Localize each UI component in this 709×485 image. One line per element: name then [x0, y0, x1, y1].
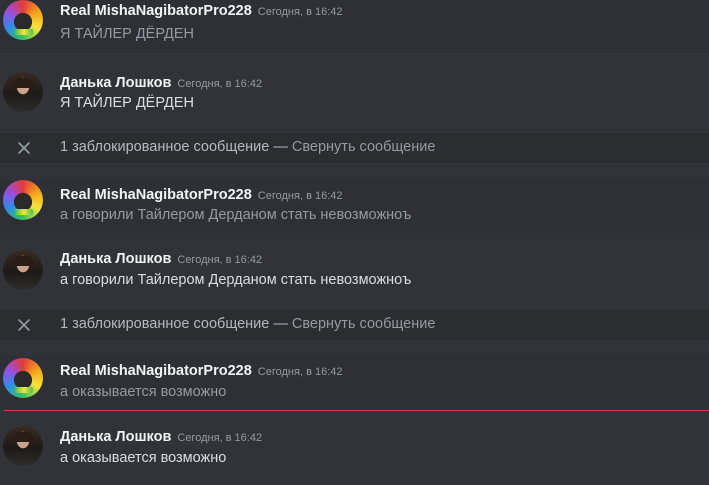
- username[interactable]: Данька Лошков: [60, 429, 171, 445]
- blocked-message-notice: 1 заблокированное сообщение — Свернуть с…: [0, 310, 709, 340]
- message-text: а оказывается возможно: [60, 384, 227, 400]
- username[interactable]: Real MishaNagibatorPro228: [60, 3, 252, 19]
- avatar[interactable]: [3, 358, 43, 398]
- timestamp: Сегодня, в 16:42: [257, 6, 343, 18]
- message-header: Данька Лошков Сегодня, в 16:42: [60, 74, 262, 92]
- blocked-count-label: 1 заблокированное сообщение —: [60, 316, 292, 332]
- message-text: Я ТАЙЛЕР ДЁРДЕН: [60, 95, 195, 111]
- avatar[interactable]: [3, 250, 43, 290]
- username[interactable]: Данька Лошков: [60, 251, 171, 267]
- blocked-notice-text: 1 заблокированное сообщение — Свернуть с…: [60, 316, 435, 332]
- collapse-message-link[interactable]: Свернуть сообщение: [292, 316, 435, 332]
- message-text: а говорили Тайлером Дерданом стать невоз…: [60, 207, 412, 223]
- avatar[interactable]: [3, 426, 43, 466]
- message-header: Данька Лошков Сегодня, в 16:42: [60, 250, 262, 268]
- timestamp: Сегодня, в 16:42: [257, 366, 343, 378]
- collapse-message-link[interactable]: Свернуть сообщение: [292, 139, 435, 155]
- username[interactable]: Real MishaNagibatorPro228: [60, 187, 252, 203]
- message-header: Данька Лошков Сегодня, в 16:42: [60, 428, 262, 446]
- message-text: а говорили Тайлером Дерданом стать невоз…: [60, 272, 412, 288]
- timestamp: Сегодня, в 16:42: [257, 190, 343, 202]
- blocked-message-notice: 1 заблокированное сообщение — Свернуть с…: [0, 133, 709, 163]
- message[interactable]: Данька Лошков Сегодня, в 16:42 а говорили…: [0, 246, 709, 299]
- timestamp: Сегодня, в 16:42: [177, 432, 263, 444]
- message[interactable]: Real MishaNagibatorPro228 Сегодня, в 16:4…: [0, 0, 709, 53]
- message-header: Real MishaNagibatorPro228 Сегодня, в 16:4…: [60, 186, 343, 204]
- blocked-notice-text: 1 заблокированное сообщение — Свернуть с…: [60, 139, 435, 155]
- avatar[interactable]: [3, 0, 43, 40]
- username[interactable]: Real MishaNagibatorPro228: [60, 363, 252, 379]
- message[interactable]: Real MishaNagibatorPro228 Сегодня, в 16:4…: [0, 180, 709, 233]
- message-header: Real MishaNagibatorPro228 Сегодня, в 16:4…: [60, 362, 343, 380]
- message-text: Я ТАЙЛЕР ДЁРДЕН: [60, 26, 195, 42]
- message[interactable]: Данька Лошков Сегодня, в 16:42 а оказывае…: [0, 422, 709, 475]
- message-text: а оказывается возможно: [60, 450, 227, 466]
- avatar[interactable]: [3, 72, 43, 112]
- username[interactable]: Данька Лошков: [60, 75, 171, 91]
- timestamp: Сегодня, в 16:42: [177, 78, 263, 90]
- avatar[interactable]: [3, 180, 43, 220]
- blocked-count-label: 1 заблокированное сообщение —: [60, 139, 292, 155]
- message[interactable]: Данька Лошков Сегодня, в 16:42 Я ТАЙЛЕР Д…: [0, 68, 709, 121]
- message[interactable]: Real MishaNagibatorPro228 Сегодня, в 16:4…: [0, 356, 709, 409]
- close-icon[interactable]: [16, 140, 32, 156]
- message-header: Real MishaNagibatorPro228 Сегодня, в 16:4…: [60, 2, 343, 20]
- chat-messages: Real MishaNagibatorPro228 Сегодня, в 16:4…: [0, 0, 709, 485]
- new-messages-divider: [4, 410, 709, 411]
- timestamp: Сегодня, в 16:42: [177, 254, 263, 266]
- close-icon[interactable]: [16, 317, 32, 333]
